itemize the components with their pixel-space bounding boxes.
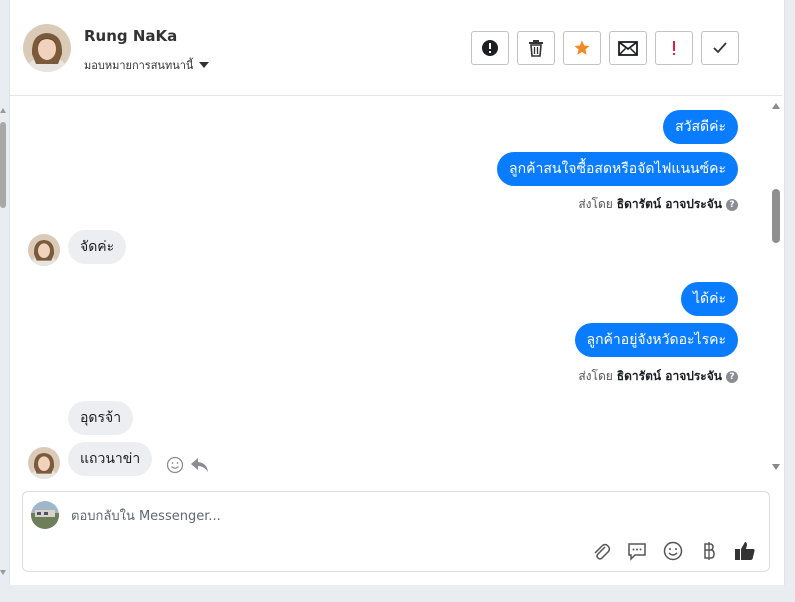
assign-conversation-label: มอบหมายการสนทนานี้ [84,59,194,72]
conversation-header: Rung NaKa มอบหมายการสนทนานี้ [10,0,782,96]
star-icon [574,40,590,55]
message-bubble-outgoing[interactable]: ลูกค้าสนใจซื้อสดหรือจัดไฟแนนซ์คะ [497,152,738,186]
header-action-buttons [471,31,739,65]
react-emoji-icon[interactable] [166,456,184,474]
sent-by-prefix: ส่งโดย [578,197,613,211]
reply-icon[interactable] [190,456,210,474]
envelope-icon [618,40,638,56]
thread-scrollbar-thumb[interactable] [772,189,780,243]
smiley-icon [663,541,683,561]
message-bubble-incoming[interactable]: อุดรจ้า [68,401,134,435]
reply-input[interactable] [69,502,593,530]
message-bubble-incoming[interactable]: แถวนาข่า [68,442,153,476]
thread-scroll-down-arrow[interactable] [772,464,780,470]
like-button[interactable] [733,539,757,563]
page-scroll-down-arrow[interactable] [0,570,6,575]
mark-spam-button[interactable] [471,31,509,65]
sent-by-agent[interactable]: ธิดารัตน์ อาจประจัน [617,367,722,386]
attach-button[interactable] [589,539,613,563]
sent-by-prefix: ส่งโดย [578,369,613,383]
message-bubble-outgoing[interactable]: ได้ค่ะ [680,282,738,316]
mark-unread-button[interactable] [609,31,647,65]
help-icon[interactable]: ? [726,198,738,211]
delete-button[interactable] [517,31,555,65]
page-avatar [31,501,59,529]
caret-down-icon [199,62,210,68]
page-scrollbar-thumb[interactable] [0,122,6,208]
emoji-button[interactable] [661,539,685,563]
thread-scroll-up-arrow[interactable] [772,103,780,109]
message-bubble-outgoing[interactable]: สวัสดีค่ะ [663,110,738,144]
sender-avatar[interactable] [28,234,60,266]
message-hover-actions [166,456,210,474]
saved-replies-button[interactable] [625,539,649,563]
thumbs-up-icon [735,542,755,560]
page-scrollbar[interactable] [0,108,6,578]
message-bubble-incoming[interactable]: จัดค่ะ [68,230,127,264]
exclamation-icon [673,41,675,55]
star-button[interactable] [563,31,601,65]
sent-by-agent[interactable]: ธิดารัตน์ อาจประจัน [617,195,722,214]
alert-circle-icon [482,40,498,56]
reply-composer [22,491,770,572]
checkmark-icon [713,42,727,54]
sent-by-label: ส่งโดย ธิดารัตน์ อาจประจัน ? [578,195,738,214]
contact-name[interactable]: Rung NaKa [84,27,177,45]
chat-bubble-icon [628,542,646,561]
composer-toolbar [589,539,757,563]
contact-avatar[interactable] [23,24,71,72]
assign-conversation-dropdown[interactable]: มอบหมายการสนทนานี้ [84,56,210,74]
sender-avatar[interactable] [28,447,60,479]
message-bubble-outgoing[interactable]: ลูกค้าอยู่จังหวัดอะไรคะ [574,323,738,357]
help-icon[interactable]: ? [726,370,738,383]
trash-icon [529,40,543,57]
baht-icon [704,542,715,560]
message-thread[interactable]: สวัสดีค่ะ ลูกค้าสนใจซื้อสดหรือจัดไฟแนนซ์… [10,96,782,484]
mark-done-button[interactable] [701,31,739,65]
follow-up-button[interactable] [655,31,693,65]
sent-by-label: ส่งโดย ธิดารัตน์ อาจประจัน ? [578,367,738,386]
payment-button[interactable] [697,539,721,563]
paperclip-icon [594,543,611,560]
